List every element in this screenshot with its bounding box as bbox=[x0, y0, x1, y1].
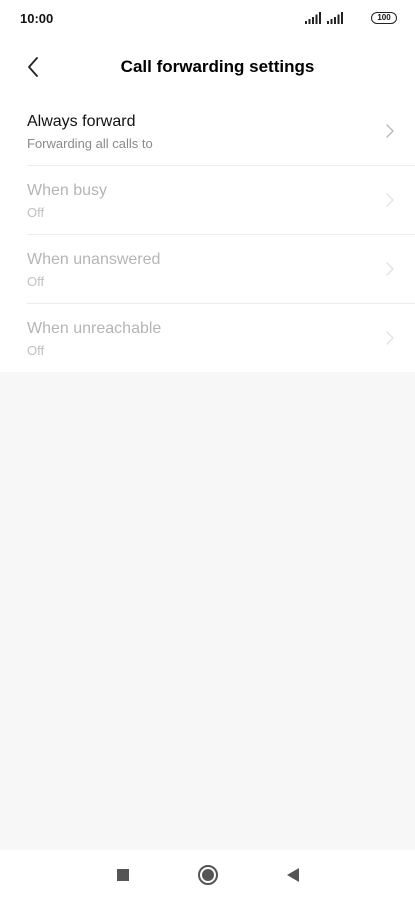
chevron-left-icon bbox=[28, 57, 38, 77]
chevron-right-icon bbox=[386, 124, 394, 138]
item-subtitle: Off bbox=[27, 343, 45, 358]
back-button[interactable] bbox=[16, 52, 50, 82]
item-subtitle: Forwarding all calls to bbox=[27, 136, 153, 151]
recents-square-icon bbox=[117, 869, 129, 881]
chevron-right-icon bbox=[386, 193, 394, 207]
item-title: Always forward bbox=[27, 113, 136, 130]
item-title: When busy bbox=[27, 182, 108, 199]
list-item-always-forward[interactable]: Always forward Forwarding all calls to bbox=[0, 96, 415, 165]
back-triangle-icon bbox=[287, 868, 299, 882]
list-item-when-unanswered[interactable]: When unanswered Off bbox=[0, 234, 415, 303]
item-title: When unanswered bbox=[27, 251, 161, 268]
chevron-right-icon bbox=[386, 262, 394, 276]
home-button[interactable] bbox=[196, 863, 220, 887]
navigation-bar bbox=[0, 850, 415, 900]
list-item-when-busy[interactable]: When busy Off bbox=[0, 165, 415, 234]
battery-icon: 100 bbox=[371, 12, 397, 24]
recents-button[interactable] bbox=[111, 863, 135, 887]
signal-icon bbox=[327, 12, 343, 24]
list-item-when-unreachable[interactable]: When unreachable Off bbox=[0, 303, 415, 372]
item-title: When unreachable bbox=[27, 320, 162, 337]
status-bar: 10:00 100 bbox=[0, 0, 415, 38]
item-subtitle: Off bbox=[27, 205, 45, 220]
battery-level: 100 bbox=[377, 13, 391, 22]
item-subtitle: Off bbox=[27, 274, 45, 289]
signal-icon bbox=[305, 12, 321, 24]
nav-back-button[interactable] bbox=[281, 863, 305, 887]
page-title: Call forwarding settings bbox=[120, 57, 315, 76]
home-circle-icon bbox=[198, 865, 218, 885]
status-time: 10:00 bbox=[20, 11, 54, 26]
forwarding-options-list: Always forward Forwarding all calls to W… bbox=[0, 96, 415, 372]
chevron-right-icon bbox=[386, 331, 394, 345]
header: Call forwarding settings bbox=[0, 38, 415, 96]
